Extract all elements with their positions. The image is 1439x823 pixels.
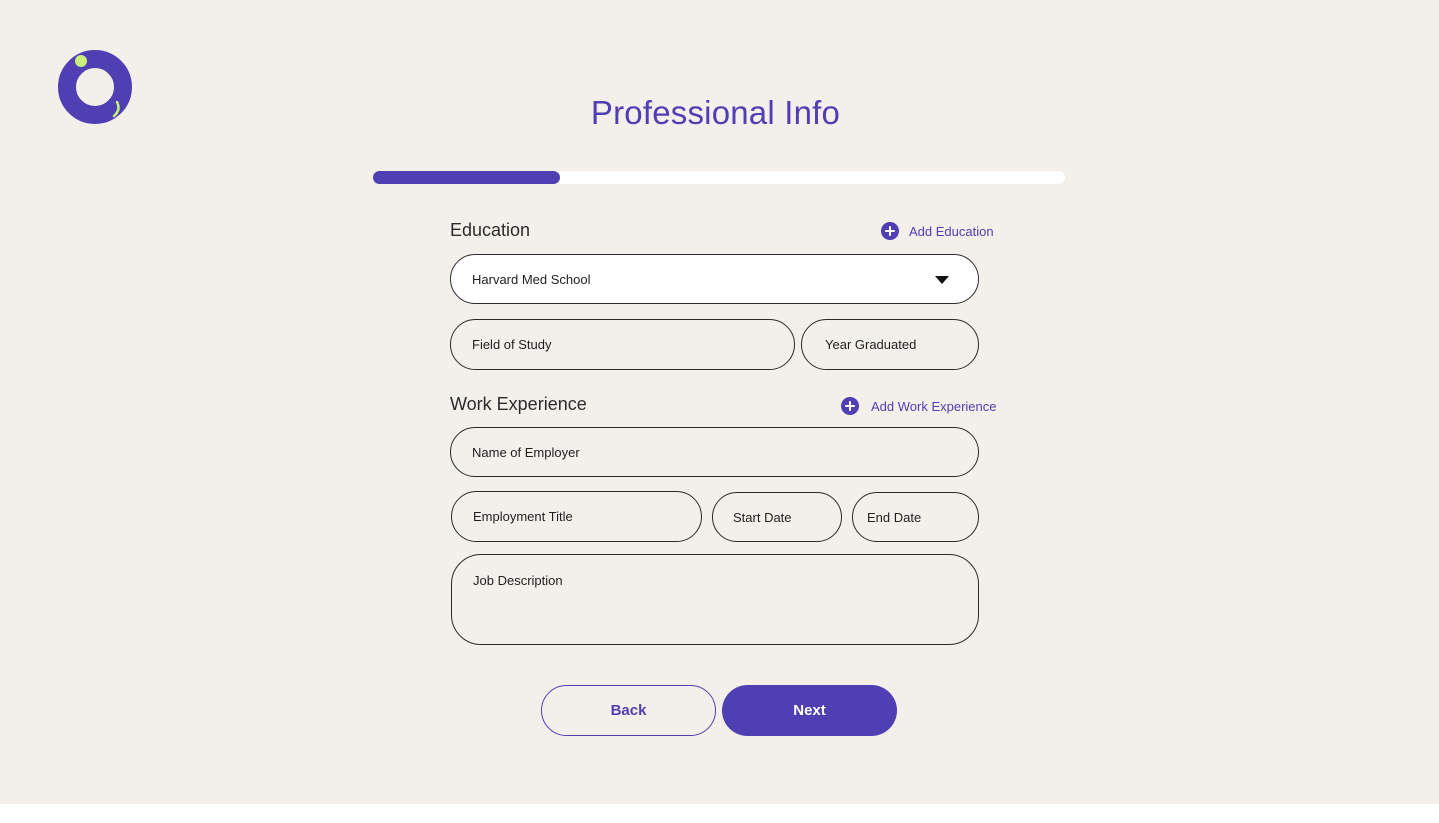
plus-circle-icon xyxy=(841,397,859,415)
add-work-experience-button[interactable]: Add Work Experience xyxy=(841,397,997,415)
school-select[interactable]: Harvard Med School xyxy=(450,254,979,304)
start-date-input[interactable]: Start Date xyxy=(712,492,842,542)
progress-bar xyxy=(373,171,1065,184)
next-button[interactable]: Next xyxy=(722,685,897,736)
work-experience-section-title: Work Experience xyxy=(450,394,587,414)
plus-circle-icon xyxy=(881,222,899,240)
caret-down-icon[interactable] xyxy=(935,276,949,284)
job-description-textarea[interactable]: Job Description xyxy=(451,554,979,645)
page-canvas: Professional Info Education Add Educatio… xyxy=(0,0,1439,804)
add-education-label: Add Education xyxy=(909,223,994,239)
add-education-button[interactable]: Add Education xyxy=(881,222,994,240)
end-date-input[interactable]: End Date xyxy=(852,492,979,542)
field-of-study-input[interactable]: Field of Study xyxy=(450,319,795,370)
education-section-title: Education xyxy=(450,220,531,240)
school-select-value: Harvard Med School xyxy=(472,271,591,287)
employment-title-input[interactable]: Employment Title xyxy=(451,491,702,542)
back-button[interactable]: Back xyxy=(541,685,716,736)
page-title: Professional Info xyxy=(590,94,841,131)
add-work-experience-label: Add Work Experience xyxy=(871,398,997,414)
employer-name-input[interactable]: Name of Employer xyxy=(450,427,979,477)
progress-bar-fill xyxy=(373,171,560,184)
year-graduated-input[interactable]: Year Graduated xyxy=(801,319,979,370)
